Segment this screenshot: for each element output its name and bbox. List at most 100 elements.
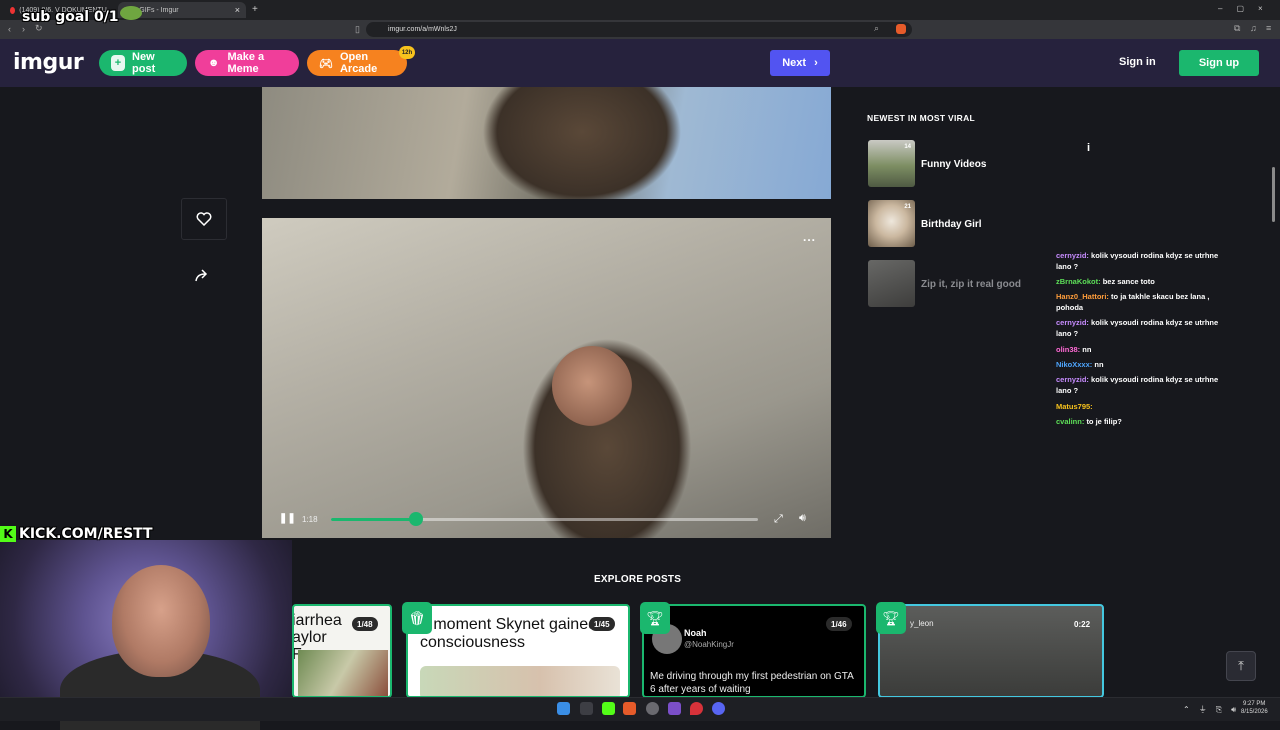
bookmark-icon[interactable]: ▯ (355, 24, 360, 35)
explore-posts-heading: EXPLORE POSTS (594, 574, 682, 585)
gamepad-icon: 🎮︎ (319, 57, 333, 70)
card-text: Me driving through my first pedestrian o… (650, 671, 854, 695)
sign-up-button[interactable]: Sign up (1179, 50, 1259, 76)
video-subject-head (552, 346, 632, 426)
brave-shield-icon[interactable] (896, 24, 906, 34)
sidebar-thumbnail[interactable]: 14 (868, 140, 915, 187)
brave-browser-icon[interactable] (623, 702, 636, 715)
explore-card[interactable]: iarrhea aylor Farms (292, 604, 392, 698)
imgur-logo[interactable]: imgur (13, 50, 84, 75)
arrow-up-icon: ⤒ (1238, 658, 1244, 673)
zoom-icon[interactable]: ⌕ (874, 23, 879, 34)
close-tab-icon[interactable]: × (235, 5, 240, 15)
card-count-badge: 1/48 (352, 617, 378, 631)
chat-username: NikoXxxx: (1056, 360, 1093, 369)
chat-username: cernyzid: (1056, 251, 1089, 260)
card-image (420, 666, 620, 696)
new-post-button[interactable]: + New post (99, 50, 187, 76)
card-count-badge: 1/46 (826, 617, 852, 631)
share-arrow-icon (195, 269, 208, 282)
app-icon[interactable] (668, 702, 681, 715)
media-icon[interactable]: ♫ (1250, 23, 1257, 33)
windows-taskbar (0, 697, 1280, 721)
media-subject (482, 87, 682, 199)
map-pin-icon[interactable] (690, 702, 703, 715)
card-handle: @NoahKingJr (684, 640, 734, 649)
system-tray-icons[interactable]: ⌃⏚⎘🔊︎ (1183, 704, 1245, 715)
thumbnail-count: 14 (904, 144, 911, 150)
arcade-timer-badge: 12h (399, 46, 415, 59)
open-arcade-button[interactable]: 🎮︎ Open Arcade (307, 50, 407, 76)
scroll-to-top-button[interactable]: ⤒ (1226, 651, 1256, 681)
favorite-button[interactable] (181, 198, 227, 240)
kick-logo-icon: K (0, 525, 16, 542)
fullscreen-icon[interactable]: ⤢ (774, 513, 783, 526)
chat-username: zBrnaKokot: (1056, 277, 1101, 286)
sidebar-thumbnail[interactable]: 21 (868, 200, 915, 247)
sub-goal-overlay: sub goal 0/1 (22, 9, 119, 25)
site-header (0, 39, 1280, 87)
chat-username: cernyzid: (1056, 318, 1089, 327)
pepe-emote-icon (120, 6, 142, 20)
card-author: Noah (684, 628, 707, 638)
chat-message: Hanz0_Hattori: to ja takhle skacu bez la… (1056, 291, 1226, 313)
meme-face-icon: ☻ (207, 57, 220, 69)
sidebar-item-title[interactable]: Funny Videos (921, 159, 986, 170)
chat-message: olin38: nn (1056, 344, 1226, 355)
post-video[interactable] (262, 218, 831, 538)
chat-username: Matus795: (1056, 402, 1093, 411)
forward-icon[interactable]: › (22, 24, 25, 34)
next-label: Next (782, 57, 807, 69)
pause-icon[interactable]: ❚❚ (279, 513, 296, 524)
info-icon[interactable]: i (1087, 142, 1090, 154)
make-a-meme-button[interactable]: ☻ Make a Meme (195, 50, 299, 76)
chat-username: cernyzid: (1056, 375, 1089, 384)
task-view-icon[interactable] (580, 702, 593, 715)
chat-message: cernyzid: kolik vysoudi rodina kdyz se u… (1056, 374, 1226, 396)
youtube-icon (10, 6, 16, 14)
chat-username: Hanz0_Hattori: (1056, 292, 1109, 301)
thumbnail-count: 21 (904, 204, 911, 210)
sidebar-item-title[interactable]: Zip it, zip it real good (921, 279, 1021, 290)
webcam-person-face (112, 565, 210, 677)
chat-message: cernyzid: kolik vysoudi rodina kdyz se u… (1056, 317, 1226, 339)
chat-message: cernyzid: kolik vysoudi rodina kdyz se u… (1056, 250, 1226, 272)
card-author: y_leon (910, 619, 934, 628)
share-button[interactable] (181, 256, 225, 296)
url-text: imgur.com/a/mWnls2J (388, 26, 457, 33)
sidebar-heading: NEWEST IN MOST VIRAL (867, 113, 975, 123)
chevron-right-icon: › (814, 57, 818, 69)
make-meme-label: Make a Meme (227, 51, 265, 75)
card-text: e moment Skynet gained consciousness (420, 616, 597, 651)
popcorn-icon: 🍿︎ (402, 602, 432, 634)
menu-icon[interactable]: ≡ (1266, 23, 1271, 33)
volume-icon[interactable]: 🔊︎ (799, 512, 806, 525)
obs-icon[interactable] (646, 702, 659, 715)
chat-username: olin38: (1056, 345, 1081, 354)
new-tab-button[interactable]: + (252, 4, 258, 15)
card-duration: 0:22 (1074, 619, 1091, 629)
back-icon[interactable]: ‹ (8, 24, 11, 34)
start-icon[interactable] (557, 702, 570, 715)
next-post-button[interactable]: Next › (770, 50, 830, 76)
chat-message: zBrnaKokot: bez sance toto (1056, 276, 1226, 287)
window-controls[interactable]: –▢× (1218, 4, 1277, 13)
discord-icon[interactable] (712, 702, 725, 715)
trophy-icon: 🏆︎ (640, 602, 670, 634)
kick-app-icon[interactable] (602, 702, 615, 715)
open-arcade-label: Open Arcade (339, 51, 378, 75)
taskbar-time: 9:27 PM (1243, 701, 1266, 707)
video-progress-handle[interactable] (409, 512, 423, 526)
more-options-icon[interactable]: ... (803, 230, 816, 244)
page-scrollbar[interactable] (1272, 167, 1275, 222)
chat-text: to je filip? (1086, 417, 1122, 426)
sign-in-link[interactable]: Sign in (1119, 56, 1156, 68)
sidebar-item-title[interactable]: Birthday Girl (921, 219, 982, 230)
video-progress-fill (331, 518, 416, 521)
sidebar-thumbnail[interactable] (868, 260, 915, 307)
chat-message: NikoXxxx: nn (1056, 359, 1226, 370)
post-media-image (262, 87, 831, 199)
kick-url: KICK.COM/RESTT (19, 525, 153, 542)
address-bar[interactable]: imgur.com/a/mWnls2J (366, 22, 912, 37)
extensions-icon[interactable]: ⧉ (1234, 23, 1240, 34)
